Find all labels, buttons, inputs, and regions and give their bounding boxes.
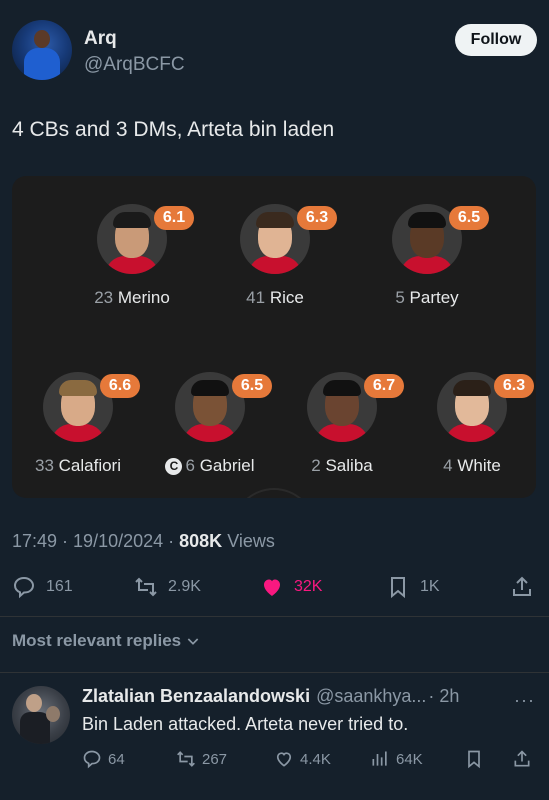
player-label: 2 Saliba [311, 456, 373, 475]
reply-author-handle[interactable]: @saankhya... [316, 686, 426, 706]
player-rating: 6.5 [449, 206, 489, 230]
replies-sort-dropdown[interactable]: Most relevant replies [12, 631, 201, 651]
share-button[interactable] [510, 572, 544, 602]
player-label: C6 Gabriel [140, 456, 280, 476]
reply-bookmark-button[interactable] [464, 747, 490, 771]
author-name[interactable]: Arq [84, 28, 117, 50]
author-avatar[interactable] [12, 20, 72, 80]
bookmark-button[interactable]: 1K [386, 572, 440, 602]
views-icon [372, 751, 387, 766]
player-white[interactable]: 6.3 4 White [402, 372, 536, 482]
repost-button[interactable]: 2.9K [134, 572, 201, 602]
player-rating: 6.5 [232, 374, 272, 398]
player-partey[interactable]: 6.5 5 Partey [357, 204, 497, 314]
heart-filled-icon [264, 579, 280, 596]
bookmark-icon [468, 750, 480, 769]
player-calafiori[interactable]: 6.6 33 Calafiori [12, 372, 148, 482]
bookmark-icon [391, 577, 405, 599]
share-icon [514, 750, 530, 767]
share-icon [513, 576, 531, 596]
tweet-date[interactable]: 19/10/2024 [73, 531, 163, 551]
player-saliba[interactable]: 6.7 2 Saliba [272, 372, 412, 482]
reply-reply-button[interactable]: 64 [82, 747, 125, 771]
reply-icon [13, 576, 35, 599]
captain-badge-icon: C [165, 458, 183, 475]
reply-repost-button[interactable]: 267 [176, 747, 227, 771]
repost-icon [135, 577, 157, 597]
like-button[interactable]: 32K [260, 572, 322, 602]
tweet-meta: 17:49 · 19/10/2024 · 808K Views [12, 531, 275, 551]
player-rice[interactable]: 6.3 41 Rice [205, 204, 345, 314]
views-count: 808K [179, 531, 223, 551]
player-label: 4 White [443, 456, 501, 475]
divider [0, 672, 549, 673]
player-rating: 6.1 [154, 206, 194, 230]
follow-button[interactable]: Follow [455, 24, 537, 56]
player-label: 23 Merino [94, 288, 170, 307]
tweet-header: Arq @ArqBCFC Follow [12, 20, 537, 82]
player-rating: 6.6 [100, 374, 140, 398]
divider [0, 616, 549, 617]
more-options-icon[interactable]: ··· [514, 690, 535, 711]
author-handle[interactable]: @ArqBCFC [84, 54, 185, 76]
player-rating: 6.3 [494, 374, 534, 398]
reply-icon [83, 750, 101, 769]
chevron-down-icon [187, 638, 199, 645]
tweet-action-bar: 161 2.9K 32K 1K [12, 572, 537, 602]
player-label: 33 Calafiori [34, 456, 121, 475]
pitch-center-arc [232, 488, 316, 498]
player-rating: 6.3 [297, 206, 337, 230]
reply-time[interactable]: · 2h [428, 686, 459, 706]
reply-button[interactable]: 161 [12, 572, 73, 602]
reply-avatar[interactable] [12, 686, 70, 744]
player-label: 41 Rice [246, 288, 304, 307]
heart-icon [276, 752, 292, 767]
lineup-card[interactable]: 6.1 23 Merino 6.3 41 Rice 6.5 5 Partey 6… [12, 176, 536, 498]
player-merino[interactable]: 6.1 23 Merino [62, 204, 202, 314]
reply-text: Bin Laden attacked. Arteta never tried t… [82, 714, 409, 734]
player-label: 5 Partey [395, 288, 459, 307]
reply-author-name[interactable]: Zlatalian Benzaalandowski [82, 686, 310, 706]
player-rating: 6.7 [364, 374, 404, 398]
reply-header: Zlatalian Benzaalandowski @saankhya... · 2… [82, 686, 542, 707]
reply-views-button[interactable]: 64K [370, 747, 423, 771]
reply-share-button[interactable] [512, 747, 538, 771]
reply-like-button[interactable]: 4.4K [274, 747, 331, 771]
views-label: Views [227, 531, 275, 551]
reply-action-bar: 64 267 4.4K 64K [82, 747, 537, 771]
player-gabriel[interactable]: 6.5 C6 Gabriel [140, 372, 280, 482]
tweet-time[interactable]: 17:49 [12, 531, 57, 551]
tweet-text: 4 CBs and 3 DMs, Arteta bin laden [12, 118, 335, 141]
repost-icon [177, 751, 195, 767]
